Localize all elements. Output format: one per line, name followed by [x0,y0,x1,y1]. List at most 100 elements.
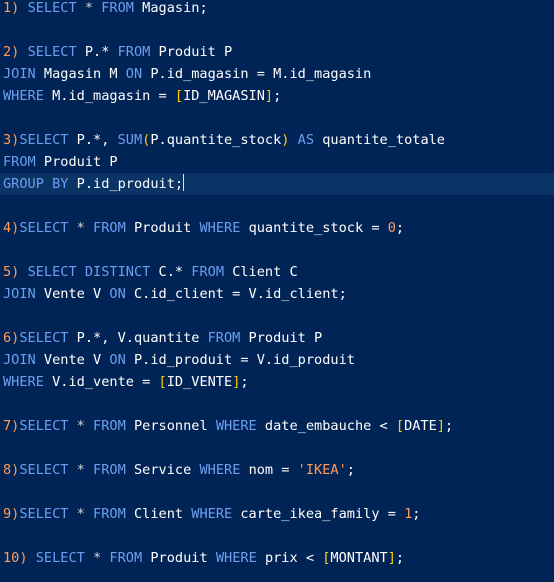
code-token: JOIN [3,352,44,368]
code-line[interactable]: WHERE M.id_magasin = [ID_MAGASIN]; [0,85,554,107]
code-token: date_embauche < [264,418,396,434]
code-token: P.quantite_stock [150,132,282,148]
code-token: P.*, V.quantite [76,330,208,346]
code-token: SELECT [27,44,85,60]
code-token: SELECT [19,132,77,148]
code-token: SELECT [27,0,85,16]
code-token: WHERE [199,462,249,478]
code-token: FROM [93,462,134,478]
code-token: 5) [3,264,28,280]
code-token: prix < [264,550,323,566]
code-token: WHERE [215,550,265,566]
code-line[interactable]: FROM Produit P [0,151,554,173]
code-line[interactable]: 5) SELECT DISTINCT C.* FROM Client C [0,261,554,283]
code-token: 6) [3,330,20,346]
code-token: [ [158,374,167,390]
code-line[interactable]: 6)SELECT P.*, V.quantite FROM Produit P [0,327,554,349]
code-token: P.*, [76,132,118,148]
code-token: Magasin; [142,0,208,16]
code-token: 2) [3,44,28,60]
code-token: SELECT DISTINCT [27,264,159,280]
code-token: Vente V [43,286,110,302]
code-token: M.id_magasin = [52,88,175,104]
code-token: FROM [93,220,134,236]
code-token: MONTANT [330,550,388,566]
code-token: C.* [158,264,192,280]
code-token: ; [445,418,454,434]
code-token: Produit P [248,330,323,346]
code-token: [ [174,88,184,104]
code-token: * [76,220,94,236]
code-line[interactable]: JOIN Vente V ON P.id_produit = V.id_prod… [0,349,554,371]
code-token: FROM [3,154,44,170]
code-token: ; [273,88,282,104]
code-line[interactable] [0,19,554,41]
code-line[interactable]: 10) SELECT * FROM Produit WHERE prix < [… [0,547,554,569]
code-line[interactable] [0,305,554,327]
code-line[interactable]: 3)SELECT P.*, SUM(P.quantite_stock) AS q… [0,129,554,151]
code-token: FROM [93,418,134,434]
code-token: WHERE [3,88,53,104]
code-line[interactable] [0,437,554,459]
code-token: Produit P [158,44,233,60]
code-token: Service [133,462,200,478]
code-token: FROM [109,550,151,566]
code-token: ] [264,88,274,104]
code-token: GROUP BY [3,176,77,192]
code-line[interactable] [0,525,554,547]
code-token: Vente V [43,352,110,368]
code-token: SELECT [19,330,77,346]
code-line[interactable] [0,481,554,503]
code-token: FROM [101,0,143,16]
code-line[interactable] [0,239,554,261]
code-line[interactable]: WHERE V.id_vente = [ID_VENTE]; [0,371,554,393]
code-token: 7) [3,418,20,434]
code-token: P.id_produit = V.id_produit [133,352,355,368]
code-token: SELECT [19,418,77,434]
code-token: P.id_magasin = M.id_magasin [150,66,372,82]
code-line[interactable]: 4)SELECT * FROM Produit WHERE quantite_s… [0,217,554,239]
code-token: 'IKEA' [297,462,347,478]
code-token: 0 [387,220,396,236]
code-token: SUM [117,132,143,148]
code-line[interactable] [0,195,554,217]
code-token: Magasin M [43,66,126,82]
code-line-current[interactable]: GROUP BY P.id_produit; [0,173,554,195]
code-token: WHERE [3,374,53,390]
code-line[interactable]: 9)SELECT * FROM Client WHERE carte_ikea_… [0,503,554,525]
code-token: 4) [3,220,20,236]
code-token: 10) [3,550,36,566]
code-token: Personnel [133,418,216,434]
code-line[interactable]: 8)SELECT * FROM Service WHERE nom = 'IKE… [0,459,554,481]
code-line[interactable]: JOIN Vente V ON C.id_client = V.id_clien… [0,283,554,305]
sql-editor[interactable]: 1) SELECT * FROM Magasin; 2) SELECT P.* F… [0,0,554,582]
code-token: SELECT [19,462,77,478]
code-token: WHERE [215,418,265,434]
code-token: ON [109,286,134,302]
code-token: ID_MAGASIN [183,88,265,104]
code-line[interactable]: JOIN Magasin M ON P.id_magasin = M.id_ma… [0,63,554,85]
code-token: ; [346,462,355,478]
code-token: SELECT [19,506,77,522]
code-token: 3) [3,132,20,148]
code-token: nom = [248,462,298,478]
code-token: ; [412,506,421,522]
code-token: ; [395,550,405,566]
code-token: Client [133,506,192,522]
code-token: ON [125,66,151,82]
code-token: [ [395,418,405,434]
code-line[interactable] [0,107,554,129]
code-token: Client C [232,264,298,280]
code-line[interactable]: 1) SELECT * FROM Magasin; [0,0,554,19]
code-token: P.* [84,44,118,60]
code-token: Produit [133,220,200,236]
code-token: ID_VENTE [166,374,233,390]
code-line[interactable] [0,393,554,415]
code-token: 1) [3,0,28,16]
code-line[interactable]: 2) SELECT P.* FROM Produit P [0,41,554,63]
code-line[interactable]: 7)SELECT * FROM Personnel WHERE date_emb… [0,415,554,437]
code-token: P.id_produit; [76,176,184,192]
code-token: WHERE [191,506,241,522]
code-token: carte_ikea_family = [240,506,405,522]
code-token: * [76,506,94,522]
